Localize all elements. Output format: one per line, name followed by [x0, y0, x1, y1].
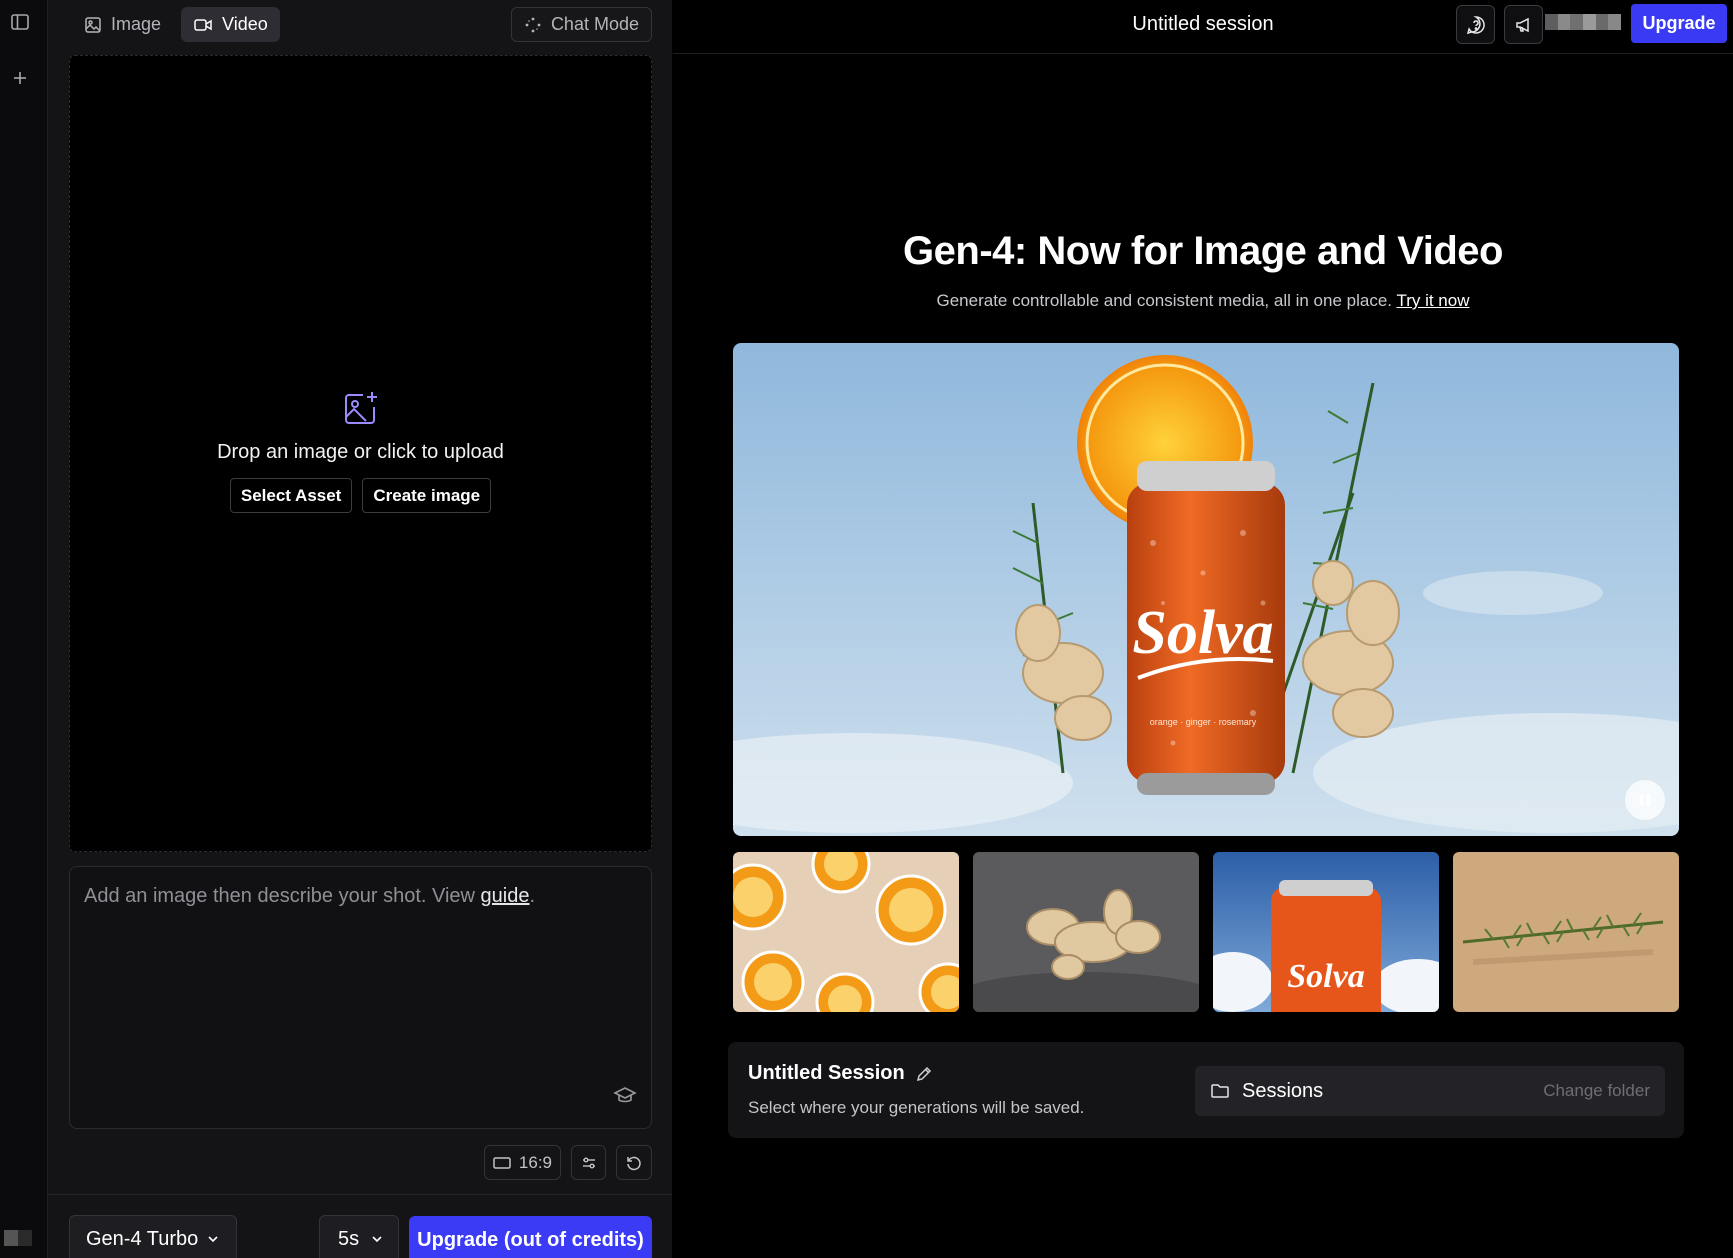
prompt-period: .: [529, 885, 536, 907]
chevron-down-icon: [372, 1236, 382, 1243]
session-card: Untitled Session Select where your gener…: [728, 1042, 1684, 1138]
session-card-subtitle: Select where your generations will be sa…: [748, 1098, 1085, 1117]
hero-subtitle-text: Generate controllable and consistent med…: [936, 291, 1393, 310]
mode-tabs: Image Video: [72, 7, 280, 42]
tab-image-label: Image: [111, 14, 162, 34]
prompt-input[interactable]: Add an image then describe your shot. Vi…: [69, 866, 652, 1129]
account-avatar[interactable]: [1545, 14, 1622, 30]
image-icon: [85, 16, 101, 33]
thumb-orange-slices[interactable]: [733, 852, 959, 1012]
graduation-cap-icon[interactable]: [613, 1084, 637, 1108]
panel-divider: [48, 1194, 672, 1195]
folder-selector[interactable]: Sessions Change folder: [1195, 1066, 1665, 1116]
rosemary-image: [1453, 852, 1679, 1012]
duration-select[interactable]: 5s: [319, 1215, 399, 1258]
session-card-title: Untitled Session: [748, 1062, 905, 1084]
chat-mode-label: Chat Mode: [550, 14, 639, 34]
duration-label: 5s: [338, 1227, 360, 1250]
hero-subtitle: Generate controllable and consistent med…: [673, 291, 1733, 311]
example-thumbnails: Solva: [733, 852, 1679, 1012]
upgrade-button[interactable]: Upgrade: [1631, 4, 1727, 43]
aspect-ratio-button[interactable]: 16:9: [483, 1145, 561, 1180]
new-session-plus-icon[interactable]: [4, 62, 36, 94]
folder-name: Sessions: [1242, 1079, 1324, 1102]
sparkle-dots-icon: [525, 17, 541, 32]
select-asset-button[interactable]: Select Asset: [229, 478, 353, 513]
tab-image[interactable]: Image: [72, 7, 173, 42]
thumb-brand-text: Solva: [1287, 958, 1364, 995]
prompt-tools: 16:9: [483, 1145, 652, 1180]
image-dropzone[interactable]: Drop an image or click to upload Select …: [69, 55, 652, 852]
reset-icon: [627, 1156, 641, 1170]
model-select[interactable]: Gen-4 Turbo: [69, 1215, 237, 1258]
can-closeup-image: Solva: [1213, 852, 1439, 1012]
sidebar-toggle-icon[interactable]: [4, 6, 36, 38]
hero-title: Gen-4: Now for Image and Video: [903, 229, 1503, 273]
thumb-can[interactable]: Solva: [1213, 852, 1439, 1012]
help-chat-icon: [1466, 15, 1485, 34]
dropzone-text: Drop an image or click to upload: [217, 441, 504, 463]
hero-video[interactable]: Solva orange · ginger · rosemary: [733, 343, 1679, 836]
try-it-now-link[interactable]: Try it now: [1396, 291, 1469, 310]
thumb-rosemary[interactable]: [1453, 852, 1679, 1012]
can-brand-text: Solva: [1132, 599, 1273, 667]
add-image-icon: [344, 392, 377, 424]
announcements-button[interactable]: [1504, 5, 1543, 44]
pause-icon: [1640, 794, 1650, 806]
megaphone-icon: [1515, 17, 1529, 32]
can-flavor-text: orange · ginger · rosemary: [1150, 717, 1257, 727]
create-image-button[interactable]: Create image: [362, 478, 492, 513]
main-area: Untitled session Upgrade Gen-4: Now for …: [673, 0, 1733, 1258]
generation-panel: Image Video Chat Mode Drop an image or c…: [48, 0, 672, 1258]
change-folder-button[interactable]: Change folder: [1543, 1081, 1650, 1101]
aspect-ratio-icon: [493, 1156, 511, 1169]
orange-slices-image: [733, 852, 959, 1012]
tab-video[interactable]: Video: [181, 7, 280, 42]
folder-icon: [1211, 1084, 1229, 1098]
chevron-down-icon: [208, 1236, 218, 1243]
reset-button[interactable]: [616, 1145, 652, 1180]
topbar: Untitled session Upgrade: [673, 0, 1733, 54]
app-rail: [0, 0, 48, 1258]
model-label: Gen-4 Turbo: [86, 1227, 199, 1250]
aspect-ratio-label: 16:9: [518, 1152, 552, 1172]
video-camera-icon: [194, 18, 212, 31]
pencil-icon[interactable]: [915, 1065, 933, 1083]
chat-mode-button[interactable]: Chat Mode: [510, 7, 652, 42]
settings-button[interactable]: [571, 1145, 606, 1180]
thumb-ginger[interactable]: [973, 852, 1199, 1012]
feedback-button[interactable]: [1456, 5, 1495, 44]
sliders-icon: [582, 1157, 595, 1168]
user-avatar[interactable]: [4, 1230, 32, 1246]
upgrade-out-of-credits-button[interactable]: Upgrade (out of credits): [409, 1216, 652, 1258]
solva-can-illustration: Solva orange · ginger · rosemary: [733, 343, 1679, 836]
guide-link[interactable]: guide: [481, 885, 530, 907]
tab-video-label: Video: [222, 14, 268, 34]
ginger-image: [973, 852, 1199, 1012]
prompt-placeholder: Add an image then describe your shot. Vi…: [84, 885, 481, 907]
pause-button[interactable]: [1625, 780, 1665, 820]
